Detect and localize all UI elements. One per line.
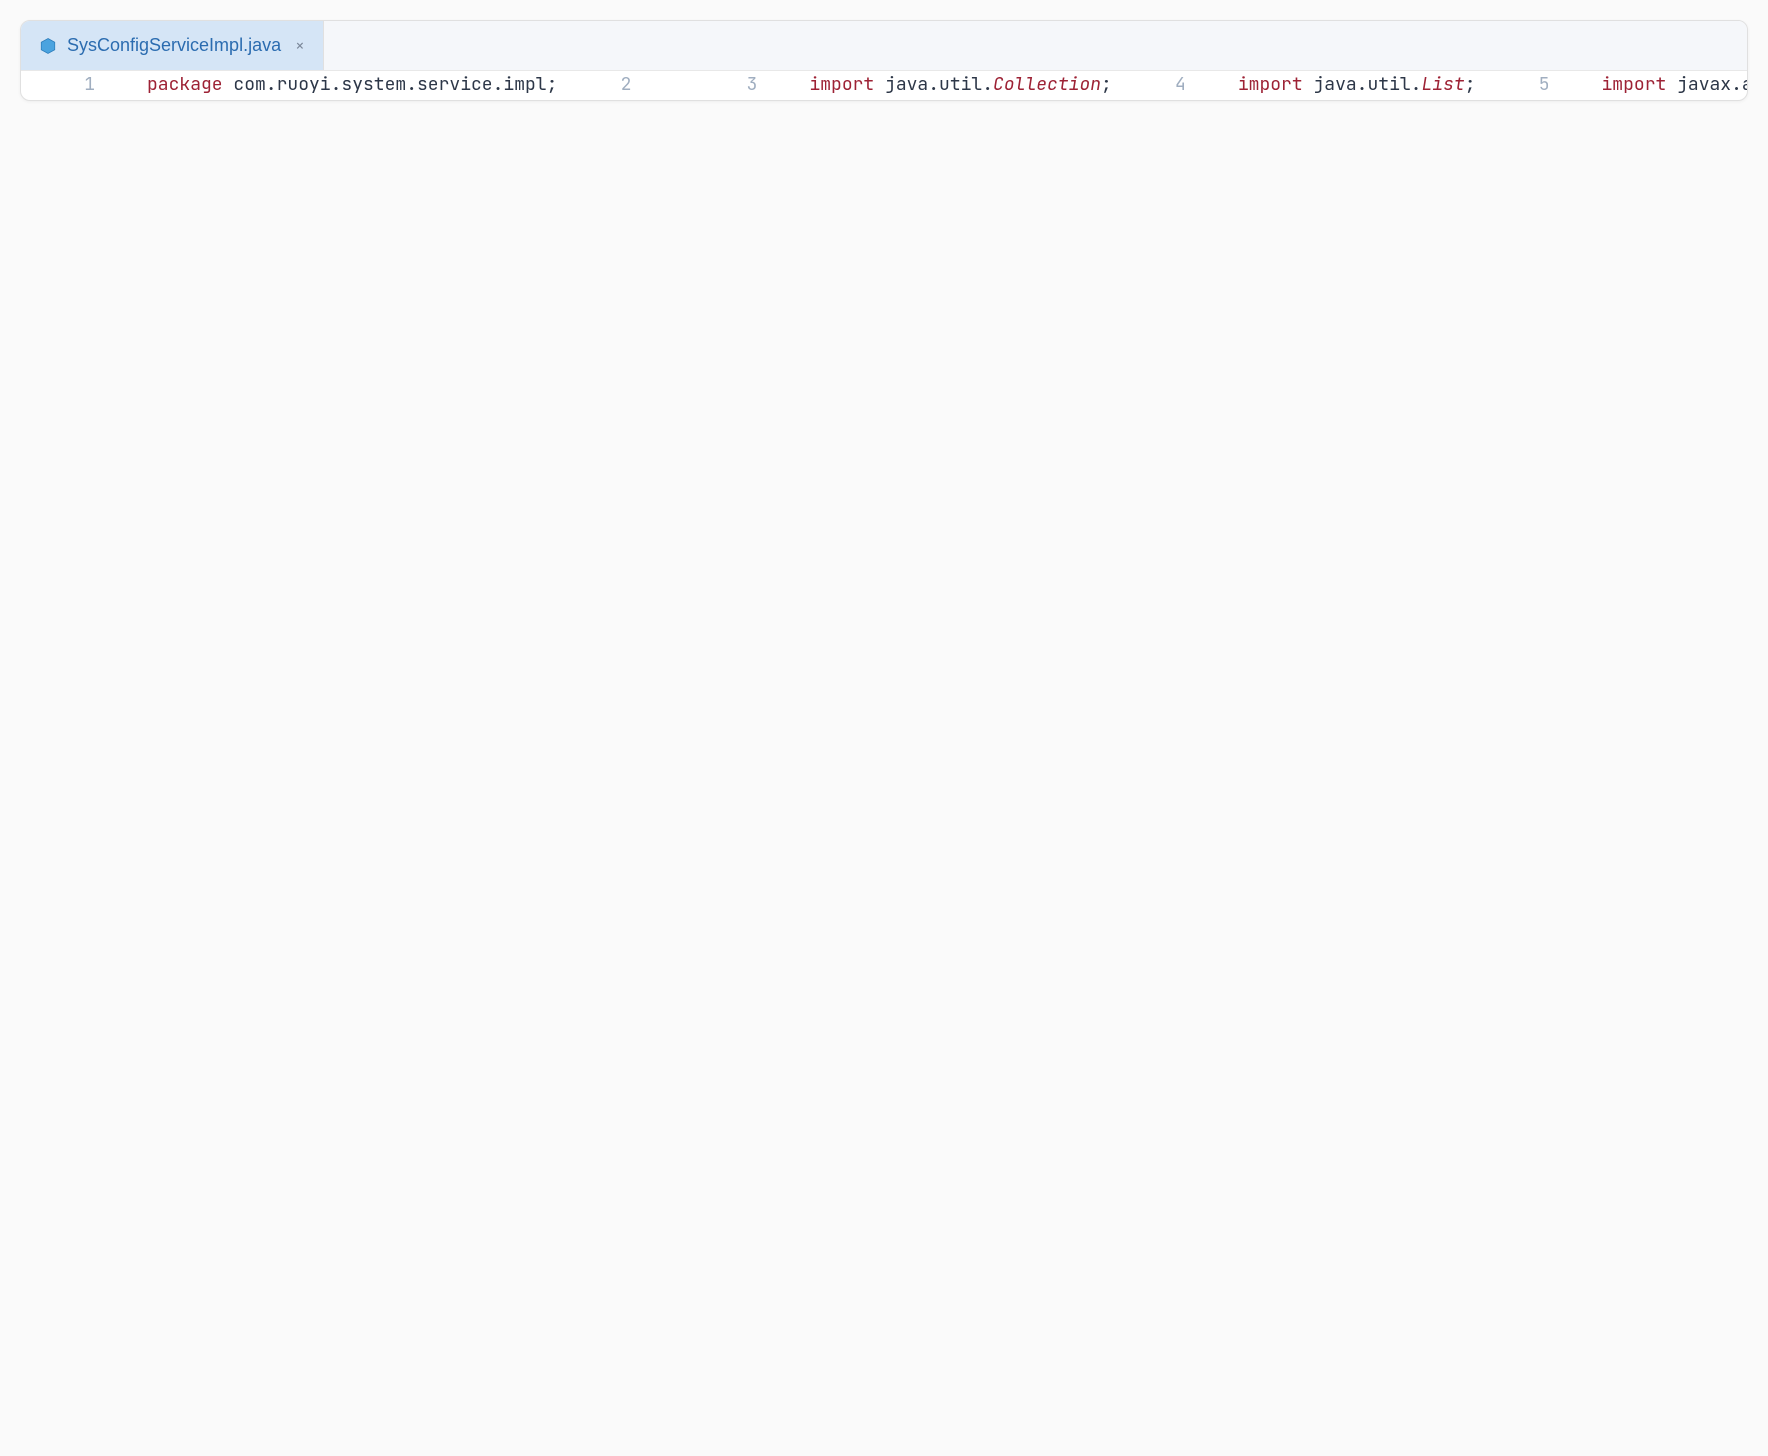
line-number: 4 [1175,71,1186,100]
code-line[interactable]: import java.util.Collection; [809,71,1111,100]
code-line-row[interactable]: 4 import java.util.List; [1112,71,1476,100]
java-file-icon [39,37,57,55]
line-number: 1 [84,71,95,100]
code-line[interactable]: package com.ruoyi.system.service.impl; [147,71,557,100]
code-line-row[interactable]: 1 package com.ruoyi.system.service.impl; [21,71,557,100]
code-line-row[interactable]: 3 import java.util.Collection; [683,71,1111,100]
code-editor[interactable]: 1 package com.ruoyi.system.service.impl; 2… [21,71,1747,100]
editor-window: SysConfigServiceImpl.java × 1 package com… [20,20,1748,101]
line-number: 5 [1539,71,1550,100]
code-line-row[interactable]: 2 [557,71,683,100]
close-icon[interactable]: × [295,35,305,56]
tab-filename: SysConfigServiceImpl.java [67,35,281,56]
line-number: 3 [747,71,758,100]
line-number: 2 [621,71,632,100]
code-line[interactable]: import java.util.List; [1238,71,1476,100]
tab-bar: SysConfigServiceImpl.java × [21,21,1747,71]
code-line-row[interactable]: 5 import javax.annotation.PostConstruct; [1476,71,1749,100]
code-line[interactable]: import javax.annotation.PostConstruct; [1602,71,1749,100]
tab-file[interactable]: SysConfigServiceImpl.java × [21,21,324,70]
